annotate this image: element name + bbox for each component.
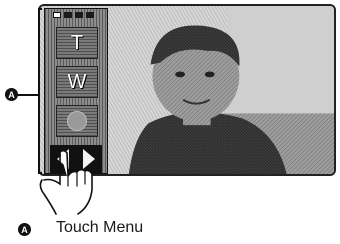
page-dot xyxy=(75,12,83,18)
touching-hand-icon xyxy=(39,150,93,215)
record-icon xyxy=(67,111,87,131)
zoom-wide-button[interactable]: W xyxy=(56,66,98,98)
page-dot xyxy=(53,12,61,18)
page-dot xyxy=(64,12,72,18)
callout-marker: A xyxy=(5,88,18,101)
page-dot xyxy=(86,12,94,18)
menu-page-indicator xyxy=(53,12,94,18)
legend-marker: A xyxy=(18,223,31,236)
zoom-tele-button[interactable]: T xyxy=(56,27,98,59)
legend-label: Touch Menu xyxy=(56,219,144,236)
record-button[interactable] xyxy=(56,105,98,137)
